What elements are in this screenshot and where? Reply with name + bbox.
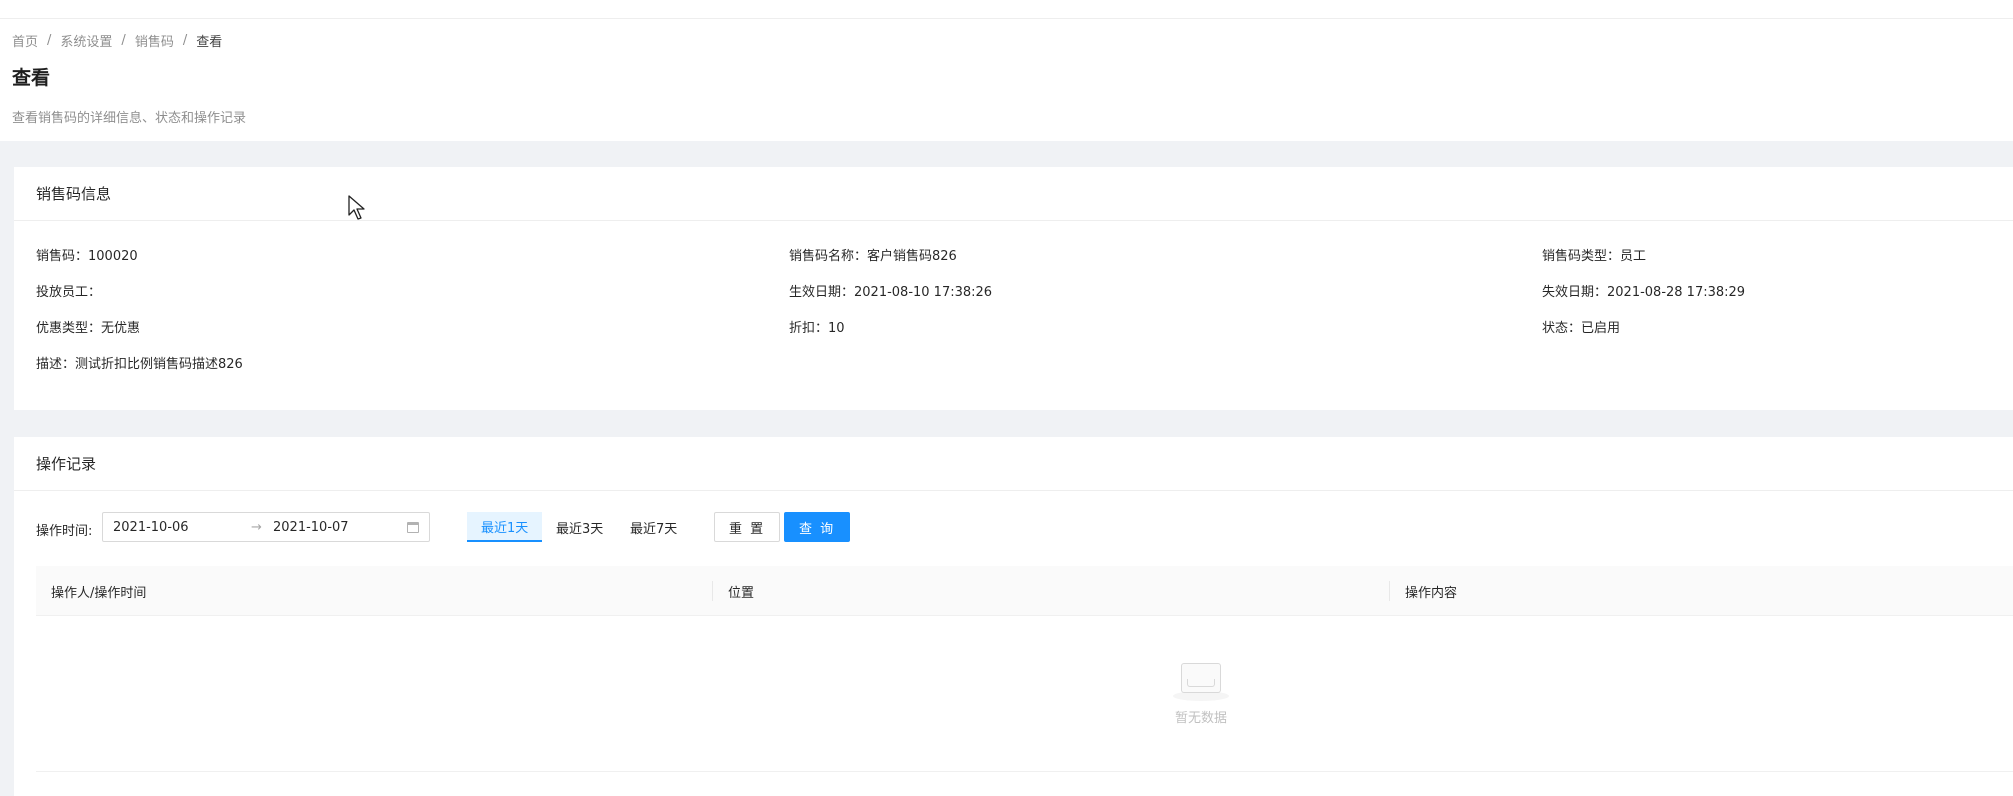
field-employee: 投放员工： (36, 285, 102, 300)
operation-time-label: 操作时间: (36, 524, 93, 539)
table-body: 暂无数据 (36, 616, 2013, 772)
page-header: 首页 / 系统设置 / 销售码 / 查看 查看 查看销售码的详细信息、状态和操作… (0, 19, 2013, 141)
field-status: 状态：已启用 (1542, 321, 1621, 336)
mouse-cursor-icon (348, 195, 365, 220)
reset-button[interactable]: 重 置 (714, 512, 781, 542)
end-date-input[interactable]: 2021-10-07 (273, 520, 349, 535)
breadcrumb: 首页 / 系统设置 / 销售码 / 查看 (12, 31, 222, 50)
calendar-icon[interactable] (407, 522, 419, 533)
page-title: 查看 (12, 67, 51, 89)
field-end-date: 失效日期：2021-08-28 17:38:29 (1542, 285, 1746, 300)
field-name: 销售码名称：客户销售码826 (789, 249, 957, 264)
breadcrumb-system-settings[interactable]: 系统设置 (60, 31, 112, 50)
start-date-input[interactable]: 2021-10-06 (113, 520, 189, 535)
quick-range-3-days[interactable]: 最近3天 (542, 512, 617, 542)
field-start-date: 生效日期：2021-08-10 17:38:26 (789, 285, 993, 300)
breadcrumb-sales-code[interactable]: 销售码 (135, 31, 174, 50)
field-type: 销售码类型：员工 (1542, 249, 1647, 264)
field-discount: 折扣：10 (789, 321, 845, 336)
breadcrumb-separator: / (121, 33, 126, 48)
quick-range-1-day[interactable]: 最近1天 (467, 512, 543, 542)
column-operator-time: 操作人/操作时间 (51, 585, 147, 601)
empty-inbox-icon (1169, 661, 1233, 701)
info-card-title: 销售码信息 (14, 167, 2013, 221)
log-card-title: 操作记录 (14, 437, 2013, 491)
operation-log-card: 操作记录 操作时间: 2021-10-06 → 2021-10-07 最近1天 … (14, 437, 2013, 796)
date-range-picker[interactable]: 2021-10-06 → 2021-10-07 (102, 512, 430, 542)
table-header: 操作人/操作时间 位置 操作内容 (36, 566, 2013, 616)
operation-log-table: 操作人/操作时间 位置 操作内容 暂无数据 (36, 566, 2013, 772)
breadcrumb-current: 查看 (196, 35, 223, 50)
field-discount-type: 优惠类型：无优惠 (36, 321, 141, 336)
breadcrumb-separator: / (182, 33, 188, 48)
column-content: 操作内容 (1405, 585, 1458, 601)
top-bar (0, 0, 2013, 19)
quick-range-7-days[interactable]: 最近7天 (616, 512, 691, 542)
empty-state: 暂无数据 (1151, 661, 1251, 726)
empty-text: 暂无数据 (1174, 711, 1227, 726)
column-location: 位置 (728, 585, 755, 601)
range-arrow-icon: → (251, 519, 262, 535)
sales-code-info-card: 销售码信息 销售码：100020 销售码名称：客户销售码826 销售码类型：员工… (14, 167, 2013, 410)
field-description: 描述：测试折扣比例销售码描述826 (36, 357, 243, 372)
query-button[interactable]: 查 询 (784, 512, 851, 542)
page-description: 查看销售码的详细信息、状态和操作记录 (12, 111, 247, 126)
breadcrumb-home[interactable]: 首页 (12, 31, 38, 50)
field-code: 销售码：100020 (36, 249, 138, 264)
breadcrumb-separator: / (47, 33, 52, 48)
